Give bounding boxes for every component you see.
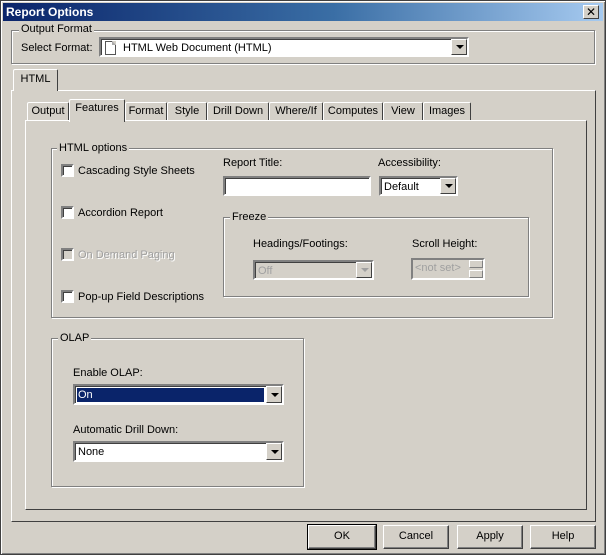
on-demand-paging-label: On Demand Paging: [78, 249, 175, 261]
tab-format-label: Format: [128, 105, 164, 117]
tab-output[interactable]: Output: [27, 102, 69, 121]
popup-field-descriptions-label[interactable]: Pop-up Field Descriptions: [78, 291, 204, 304]
automatic-drill-down-value: None: [78, 446, 105, 458]
report-title-label: Report Title:: [223, 157, 283, 169]
chevron-down-icon[interactable]: [266, 443, 282, 460]
tab-images[interactable]: Images: [423, 102, 471, 121]
tab-output-label: Output: [31, 105, 65, 117]
accordion-checkbox[interactable]: [61, 206, 74, 219]
scroll-height-label: Scroll Height:: [412, 238, 478, 250]
freeze-legend: Freeze: [230, 211, 269, 224]
tab-where-if-label: Where/If: [275, 105, 317, 117]
popup-field-descriptions-checkbox[interactable]: [61, 290, 74, 303]
tab-html-label: HTML: [20, 73, 51, 85]
chevron-down-icon: [356, 262, 372, 278]
report-options-dialog: Report Options ✕ Output Format Select Fo…: [0, 0, 606, 555]
select-format-label: Select Format:: [21, 42, 93, 54]
tab-features-label: Features: [75, 102, 119, 114]
css-checkbox[interactable]: [61, 164, 74, 177]
spin-down-icon: [469, 270, 483, 278]
close-icon: ✕: [585, 5, 597, 19]
ok-button-label: OK: [334, 530, 350, 542]
window-title: Report Options: [6, 5, 94, 19]
chevron-down-icon[interactable]: [266, 386, 282, 403]
scroll-height-value: <not set>: [415, 262, 461, 274]
format-select[interactable]: HTML Web Document (HTML): [99, 37, 469, 57]
enable-olap-select[interactable]: On: [73, 384, 284, 405]
accessibility-value: Default: [384, 181, 419, 193]
output-format-legend: Output Format: [19, 23, 94, 36]
headings-footings-label: Headings/Footings:: [253, 238, 348, 250]
ok-button[interactable]: OK: [307, 524, 377, 550]
report-title-input[interactable]: [223, 176, 371, 196]
enable-olap-label: Enable OLAP:: [73, 367, 143, 379]
title-bar[interactable]: Report Options ✕: [3, 3, 603, 21]
help-button-label: Help: [551, 530, 575, 542]
tab-style[interactable]: Style: [167, 102, 207, 121]
on-demand-paging-checkbox: [61, 248, 74, 261]
tab-where-if[interactable]: Where/If: [269, 102, 323, 121]
tab-view-label: View: [391, 105, 415, 117]
tab-drill-down-label: Drill Down: [212, 105, 264, 117]
help-button[interactable]: Help: [530, 525, 596, 549]
document-icon: [105, 41, 116, 55]
accessibility-select[interactable]: Default: [379, 176, 458, 196]
scroll-height-spinner: <not set>: [411, 258, 485, 280]
tab-features[interactable]: Features: [69, 99, 125, 122]
accordion-checkbox-label[interactable]: Accordion Report: [78, 207, 163, 220]
olap-group: [51, 338, 304, 487]
headings-footings-value: Off: [258, 265, 273, 277]
tab-computes-label: Computes: [327, 105, 379, 117]
olap-legend: OLAP: [58, 332, 92, 345]
tab-format[interactable]: Format: [125, 102, 167, 121]
format-select-value: HTML Web Document (HTML): [123, 42, 272, 54]
headings-footings-select: Off: [253, 260, 374, 280]
enable-olap-value: On: [77, 388, 264, 402]
tab-view[interactable]: View: [383, 102, 423, 121]
cancel-button[interactable]: Cancel: [383, 525, 449, 549]
css-checkbox-label[interactable]: Cascading Style Sheets: [78, 165, 195, 178]
apply-button[interactable]: Apply: [457, 525, 523, 549]
tab-style-label: Style: [174, 105, 200, 117]
tab-drill-down[interactable]: Drill Down: [207, 102, 269, 121]
tab-html[interactable]: HTML: [13, 69, 58, 91]
html-options-legend: HTML options: [57, 142, 130, 155]
accessibility-label: Accessibility:: [378, 157, 441, 169]
chevron-down-icon[interactable]: [440, 178, 456, 194]
automatic-drill-down-label: Automatic Drill Down:: [73, 424, 179, 436]
cancel-button-label: Cancel: [398, 530, 434, 542]
apply-button-label: Apply: [476, 530, 504, 542]
chevron-down-icon[interactable]: [451, 39, 467, 55]
tab-computes[interactable]: Computes: [323, 102, 383, 121]
close-button[interactable]: ✕: [583, 5, 599, 19]
automatic-drill-down-select[interactable]: None: [73, 441, 284, 462]
tab-images-label: Images: [428, 105, 466, 117]
freeze-group: [223, 217, 529, 297]
spin-up-icon: [469, 260, 483, 268]
